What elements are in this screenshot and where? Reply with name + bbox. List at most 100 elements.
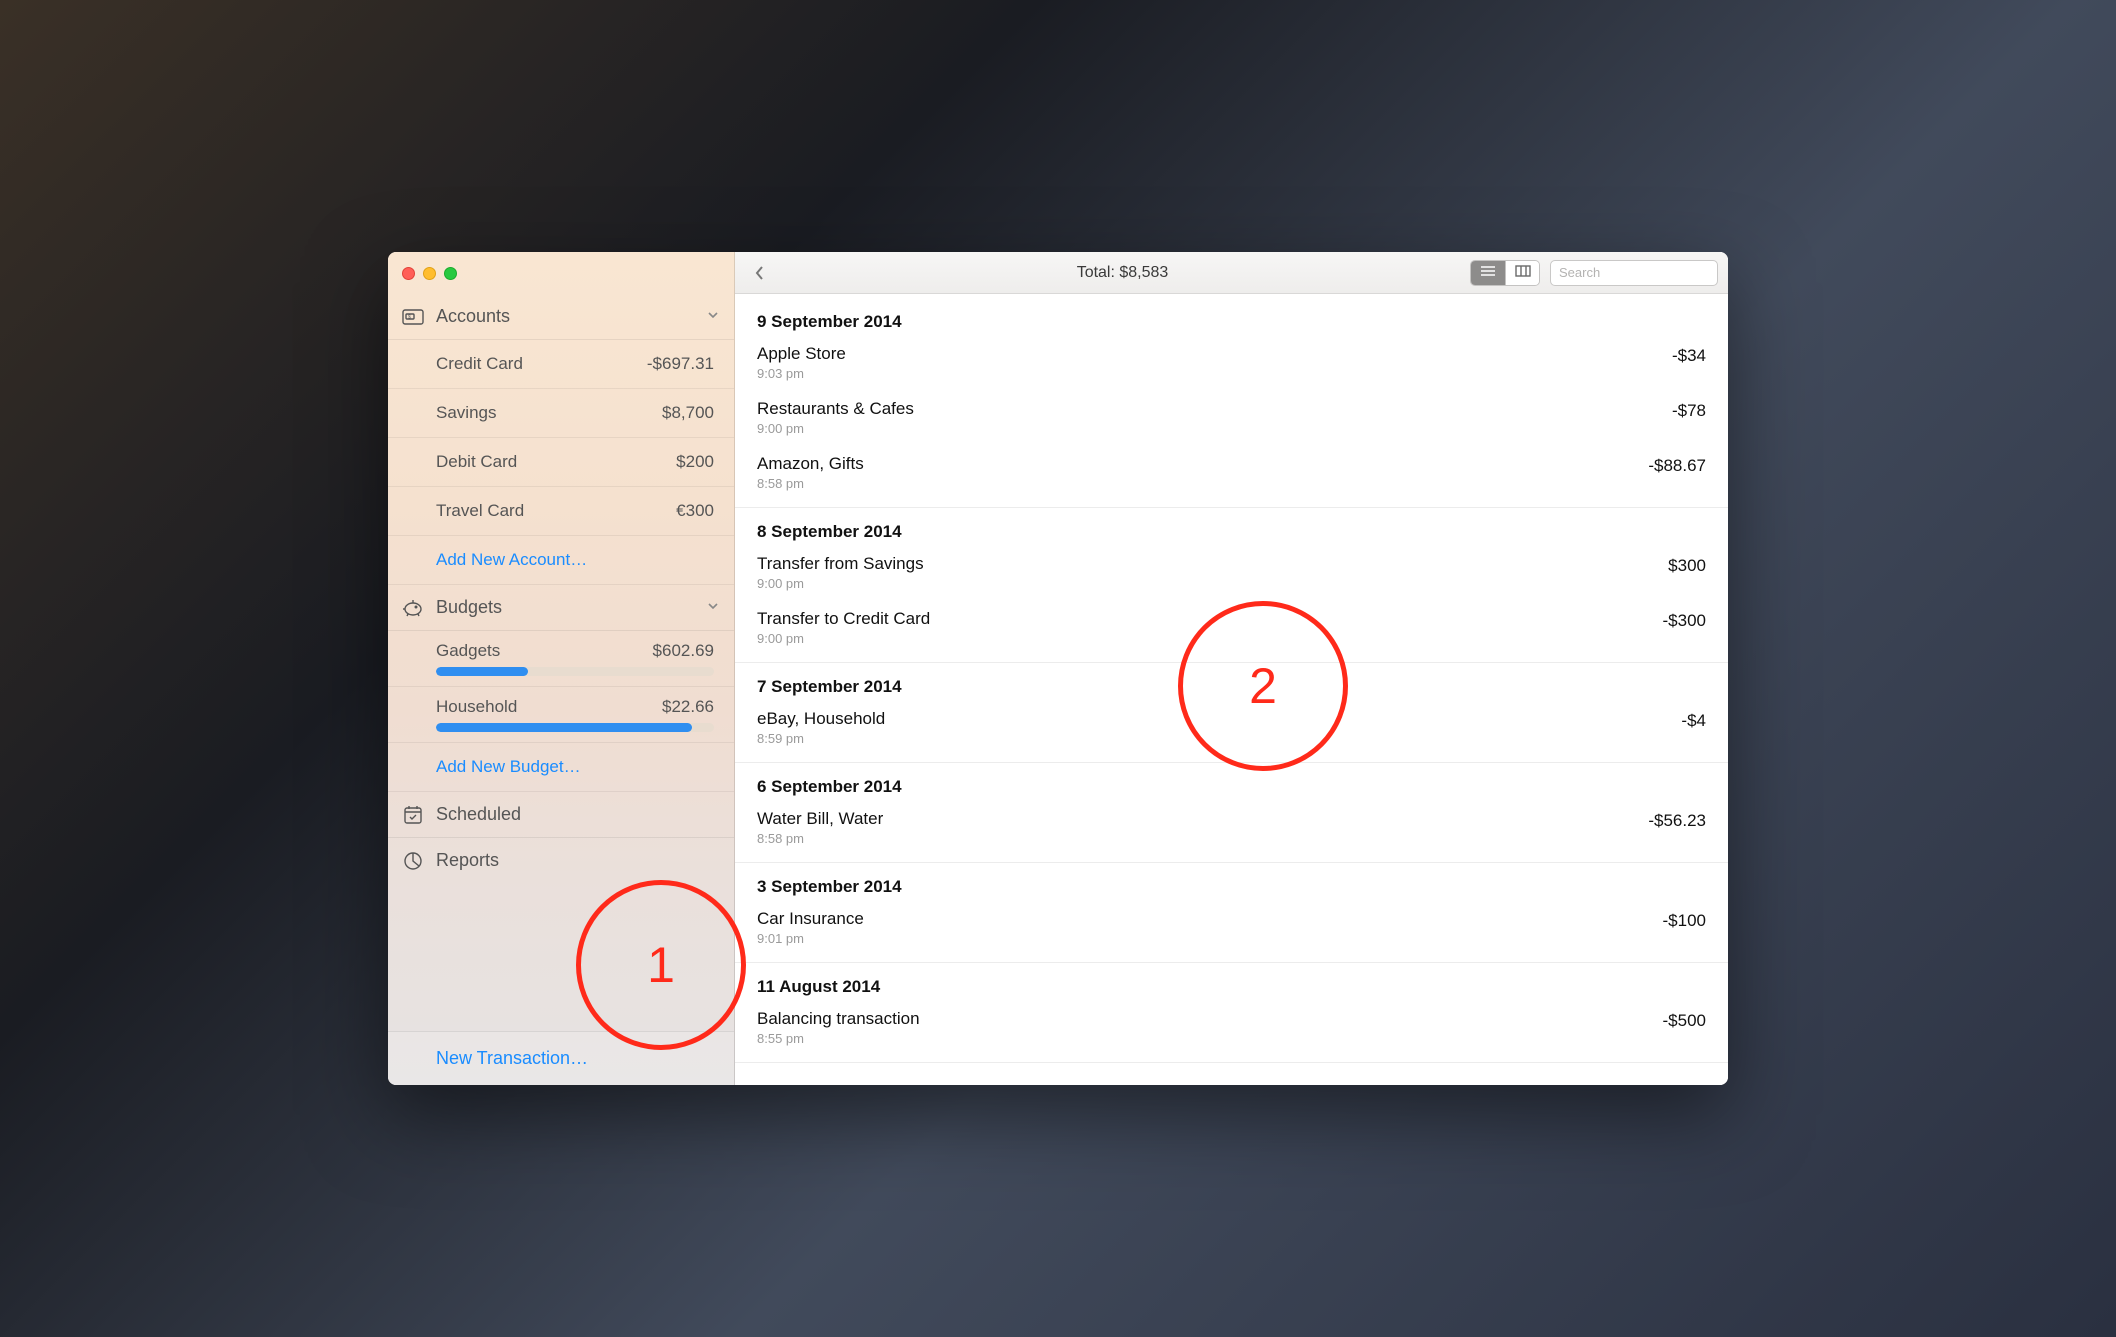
sidebar: $ Accounts Credit Card-$697.31Savings$8,… xyxy=(388,252,735,1085)
transaction-list[interactable]: 9 September 2014 Apple Store 9:03 pm-$34 Re… xyxy=(735,294,1728,1085)
transaction-time: 9:03 pm xyxy=(757,366,1672,381)
calendar-check-icon xyxy=(402,805,424,825)
sidebar-account-item[interactable]: Debit Card$200 xyxy=(388,438,734,487)
transaction-date-group: 3 September 2014 Car Insurance 9:01 pm-$10… xyxy=(735,863,1728,963)
transaction-amount: -$500 xyxy=(1663,1011,1706,1031)
transaction-date-group: 7 September 2014 eBay, Household 8:59 pm-$… xyxy=(735,663,1728,763)
search-input[interactable] xyxy=(1550,260,1718,286)
transaction-title: Restaurants & Cafes xyxy=(757,399,1672,419)
transaction-amount: -$4 xyxy=(1681,711,1706,731)
window-titlebar xyxy=(388,252,734,294)
transaction-amount: -$34 xyxy=(1672,346,1706,366)
transaction-time: 8:58 pm xyxy=(757,831,1648,846)
column-view-button[interactable] xyxy=(1505,261,1539,285)
transaction-title: Balancing transaction xyxy=(757,1009,1663,1029)
account-name: Credit Card xyxy=(436,354,647,374)
transaction-date-header: 11 August 2014 xyxy=(757,977,1706,1001)
view-mode-segment xyxy=(1470,260,1540,286)
sidebar-account-item[interactable]: Credit Card-$697.31 xyxy=(388,340,734,389)
sidebar-budget-item[interactable]: Household$22.66 xyxy=(388,687,734,743)
transaction-amount: $300 xyxy=(1668,556,1706,576)
sidebar-section-reports[interactable]: Reports xyxy=(388,838,734,883)
account-amount: $8,700 xyxy=(662,403,714,423)
list-view-button[interactable] xyxy=(1471,261,1505,285)
transaction-row[interactable]: Car Insurance 9:01 pm-$100 xyxy=(757,901,1706,956)
transaction-date-header: 8 September 2014 xyxy=(757,522,1706,546)
account-name: Savings xyxy=(436,403,662,423)
sidebar-section-reports-label: Reports xyxy=(436,850,720,871)
sidebar-section-scheduled-label: Scheduled xyxy=(436,804,720,825)
account-amount: $200 xyxy=(676,452,714,472)
transaction-amount: -$56.23 xyxy=(1648,811,1706,831)
budget-progress-bar xyxy=(436,723,714,732)
transaction-row[interactable]: Apple Store 9:03 pm-$34 xyxy=(757,336,1706,391)
main-pane: Total: $8,583 9 September 2014Apple Stor… xyxy=(735,252,1728,1085)
transaction-row[interactable]: Amazon, Gifts 8:58 pm-$88.67 xyxy=(757,446,1706,501)
transaction-date-group: 11 August 2014 Balancing transaction 8:55 … xyxy=(735,963,1728,1063)
chevron-down-icon xyxy=(706,307,720,327)
transaction-title: Water Bill, Water xyxy=(757,809,1648,829)
transaction-row[interactable]: Transfer to Credit Card9:00 pm-$300 xyxy=(757,601,1706,656)
new-transaction-button[interactable]: New Transaction… xyxy=(388,1031,734,1085)
budget-amount: $22.66 xyxy=(662,697,714,717)
wallet-icon: $ xyxy=(402,309,424,325)
account-name: Travel Card xyxy=(436,501,676,521)
sidebar-section-scheduled[interactable]: Scheduled xyxy=(388,792,734,838)
account-amount: -$697.31 xyxy=(647,354,714,374)
transaction-date-group: 6 September 2014 Water Bill, Water 8:58 pm… xyxy=(735,763,1728,863)
sidebar-section-accounts-label: Accounts xyxy=(436,306,694,327)
svg-text:$: $ xyxy=(408,314,411,320)
transaction-time: 9:00 pm xyxy=(757,576,1668,591)
chevron-down-icon xyxy=(706,598,720,618)
transaction-date-header: 3 September 2014 xyxy=(757,877,1706,901)
transaction-row[interactable]: Transfer from Savings 9:00 pm$300 xyxy=(757,546,1706,601)
pie-chart-icon xyxy=(402,851,424,871)
list-icon xyxy=(1480,265,1496,280)
transaction-amount: -$100 xyxy=(1663,911,1706,931)
transaction-title: Transfer to Credit Card xyxy=(757,609,1663,629)
toolbar-title: Total: $8,583 xyxy=(785,264,1460,282)
back-button[interactable] xyxy=(745,260,775,286)
transaction-time: 9:01 pm xyxy=(757,931,1663,946)
transaction-row[interactable]: Restaurants & Cafes 9:00 pm-$78 xyxy=(757,391,1706,446)
budget-name: Household xyxy=(436,697,662,717)
sidebar-account-item[interactable]: Travel Card€300 xyxy=(388,487,734,536)
transaction-time: 8:55 pm xyxy=(757,1031,1663,1046)
sidebar-account-item[interactable]: Savings$8,700 xyxy=(388,389,734,438)
transaction-title: Amazon, Gifts xyxy=(757,454,1648,474)
budget-amount: $602.69 xyxy=(653,641,714,661)
transaction-title: Apple Store xyxy=(757,344,1672,364)
transaction-date-header: 7 September 2014 xyxy=(757,677,1706,701)
transaction-title: eBay, Household xyxy=(757,709,1681,729)
sidebar-section-budgets-label: Budgets xyxy=(436,597,694,618)
transaction-amount: -$78 xyxy=(1672,401,1706,421)
transaction-date-group: 9 September 2014 Apple Store 9:03 pm-$34 Re… xyxy=(735,298,1728,508)
transaction-date-group: 8 September 2014 Transfer from Savings 9:0… xyxy=(735,508,1728,663)
transaction-amount: -$88.67 xyxy=(1648,456,1706,476)
toolbar: Total: $8,583 xyxy=(735,252,1728,294)
budget-progress-bar xyxy=(436,667,714,676)
transaction-row[interactable]: Water Bill, Water 8:58 pm-$56.23 xyxy=(757,801,1706,856)
add-account-link[interactable]: Add New Account… xyxy=(388,536,734,585)
transaction-time: 8:58 pm xyxy=(757,476,1648,491)
piggy-bank-icon xyxy=(402,599,424,617)
window-zoom-button[interactable] xyxy=(444,267,457,280)
transaction-row[interactable]: eBay, Household 8:59 pm-$4 xyxy=(757,701,1706,756)
app-window: $ Accounts Credit Card-$697.31Savings$8,… xyxy=(388,252,1728,1085)
sidebar-section-accounts[interactable]: $ Accounts xyxy=(388,294,734,340)
transaction-title: Transfer from Savings xyxy=(757,554,1668,574)
transaction-time: 9:00 pm xyxy=(757,421,1672,436)
sidebar-budget-item[interactable]: Gadgets$602.69 xyxy=(388,631,734,687)
sidebar-section-budgets[interactable]: Budgets xyxy=(388,585,734,631)
add-budget-link[interactable]: Add New Budget… xyxy=(388,743,734,792)
transaction-title: Car Insurance xyxy=(757,909,1663,929)
transaction-date-header: 9 September 2014 xyxy=(757,312,1706,336)
sidebar-content: $ Accounts Credit Card-$697.31Savings$8,… xyxy=(388,294,734,1031)
transaction-time: 9:00 pm xyxy=(757,631,1663,646)
transaction-date-header: 6 September 2014 xyxy=(757,777,1706,801)
transaction-time: 8:59 pm xyxy=(757,731,1681,746)
budget-name: Gadgets xyxy=(436,641,653,661)
transaction-row[interactable]: Balancing transaction 8:55 pm-$500 xyxy=(757,1001,1706,1056)
window-minimize-button[interactable] xyxy=(423,267,436,280)
window-close-button[interactable] xyxy=(402,267,415,280)
